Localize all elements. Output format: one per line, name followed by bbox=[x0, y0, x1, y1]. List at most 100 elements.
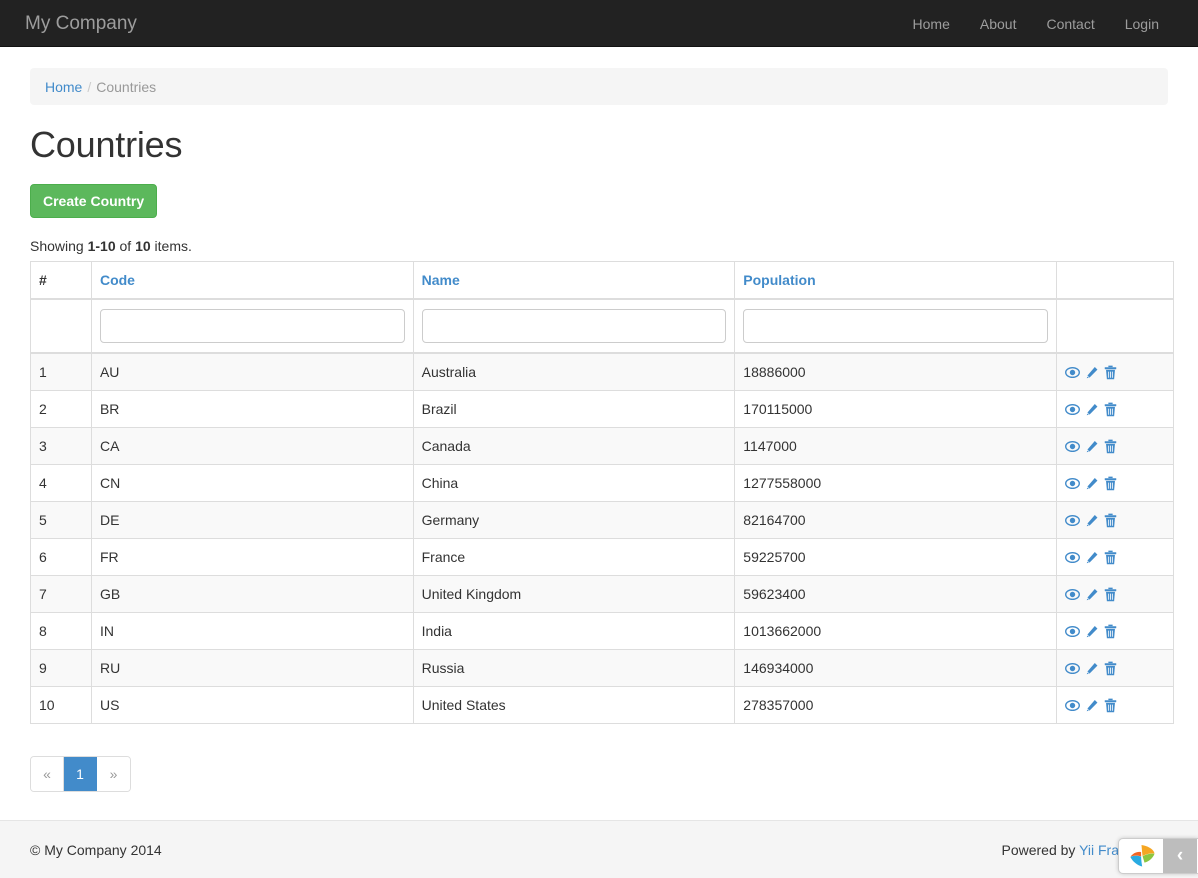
filter-input-code[interactable] bbox=[100, 309, 405, 343]
nav-link-home[interactable]: Home bbox=[898, 0, 965, 47]
nav-link-about[interactable]: About bbox=[965, 0, 1032, 47]
filter-input-name[interactable] bbox=[422, 309, 727, 343]
cell-name: United States bbox=[413, 686, 735, 723]
delete-icon[interactable] bbox=[1104, 439, 1117, 454]
main-container: Home / Countries Countries Create Countr… bbox=[0, 47, 1198, 792]
delete-icon[interactable] bbox=[1104, 550, 1117, 565]
cell-population: 1277558000 bbox=[735, 464, 1057, 501]
cell-number: 3 bbox=[31, 427, 92, 464]
navbar-brand[interactable]: My Company bbox=[25, 0, 137, 47]
table-row: 1AUAustralia18886000 bbox=[31, 353, 1174, 391]
cell-name: Brazil bbox=[413, 390, 735, 427]
update-icon[interactable] bbox=[1085, 551, 1099, 565]
breadcrumb: Home / Countries bbox=[30, 68, 1168, 105]
cell-name: Australia bbox=[413, 353, 735, 391]
cell-population: 146934000 bbox=[735, 649, 1057, 686]
footer-copyright: © My Company 2014 bbox=[30, 840, 162, 860]
update-icon[interactable] bbox=[1085, 366, 1099, 380]
column-header-actions bbox=[1057, 261, 1174, 299]
view-icon[interactable] bbox=[1065, 440, 1080, 453]
filter-input-population[interactable] bbox=[743, 309, 1048, 343]
cell-name: France bbox=[413, 538, 735, 575]
top-navbar: My Company Home About Contact Login bbox=[0, 0, 1198, 47]
page-title: Countries bbox=[30, 125, 1168, 165]
breadcrumb-separator: / bbox=[87, 77, 91, 97]
cell-code: US bbox=[91, 686, 413, 723]
cell-actions bbox=[1057, 427, 1174, 464]
cell-population: 170115000 bbox=[735, 390, 1057, 427]
delete-icon[interactable] bbox=[1104, 476, 1117, 491]
sort-link-code[interactable]: Code bbox=[100, 272, 135, 288]
cell-number: 6 bbox=[31, 538, 92, 575]
page-root: My Company Home About Contact Login Home… bbox=[0, 0, 1198, 878]
summary-prefix: Showing bbox=[30, 238, 88, 254]
update-icon[interactable] bbox=[1085, 699, 1099, 713]
update-icon[interactable] bbox=[1085, 403, 1099, 417]
table-row: 5DEGermany82164700 bbox=[31, 501, 1174, 538]
cell-number: 4 bbox=[31, 464, 92, 501]
cell-population: 59623400 bbox=[735, 575, 1057, 612]
table-row: 7GBUnited Kingdom59623400 bbox=[31, 575, 1174, 612]
column-header-population: Population bbox=[735, 261, 1057, 299]
delete-icon[interactable] bbox=[1104, 698, 1117, 713]
cell-population: 1147000 bbox=[735, 427, 1057, 464]
cell-population: 82164700 bbox=[735, 501, 1057, 538]
pagination: « 1 » bbox=[30, 756, 131, 792]
sort-link-name[interactable]: Name bbox=[422, 272, 460, 288]
view-icon[interactable] bbox=[1065, 403, 1080, 416]
update-icon[interactable] bbox=[1085, 440, 1099, 454]
delete-icon[interactable] bbox=[1104, 624, 1117, 639]
delete-icon[interactable] bbox=[1104, 365, 1117, 380]
update-icon[interactable] bbox=[1085, 662, 1099, 676]
view-icon[interactable] bbox=[1065, 588, 1080, 601]
pagination-page-1[interactable]: 1 bbox=[64, 757, 97, 791]
yii-debug-toolbar: ‹ bbox=[1118, 838, 1198, 874]
cell-code: FR bbox=[91, 538, 413, 575]
cell-code: RU bbox=[91, 649, 413, 686]
cell-actions bbox=[1057, 538, 1174, 575]
view-icon[interactable] bbox=[1065, 477, 1080, 490]
view-icon[interactable] bbox=[1065, 662, 1080, 675]
update-icon[interactable] bbox=[1085, 625, 1099, 639]
nav-link-contact[interactable]: Contact bbox=[1031, 0, 1109, 47]
cell-name: United Kingdom bbox=[413, 575, 735, 612]
column-header-number-label: # bbox=[39, 272, 47, 288]
cell-population: 59225700 bbox=[735, 538, 1057, 575]
view-icon[interactable] bbox=[1065, 699, 1080, 712]
filter-cell-actions bbox=[1057, 299, 1174, 353]
cell-number: 10 bbox=[31, 686, 92, 723]
view-icon[interactable] bbox=[1065, 625, 1080, 638]
yii-logo-icon[interactable] bbox=[1119, 839, 1163, 873]
update-icon[interactable] bbox=[1085, 477, 1099, 491]
debug-toolbar-toggle[interactable]: ‹ bbox=[1163, 839, 1197, 873]
summary-range: 1-10 bbox=[88, 238, 116, 254]
delete-icon[interactable] bbox=[1104, 513, 1117, 528]
grid-summary: Showing 1-10 of 10 items. bbox=[30, 236, 1168, 256]
table-row: 6FRFrance59225700 bbox=[31, 538, 1174, 575]
update-icon[interactable] bbox=[1085, 588, 1099, 602]
update-icon[interactable] bbox=[1085, 514, 1099, 528]
view-icon[interactable] bbox=[1065, 551, 1080, 564]
nav-link-login[interactable]: Login bbox=[1110, 0, 1174, 47]
cell-name: Russia bbox=[413, 649, 735, 686]
delete-icon[interactable] bbox=[1104, 402, 1117, 417]
cell-code: AU bbox=[91, 353, 413, 391]
delete-icon[interactable] bbox=[1104, 661, 1117, 676]
summary-total: 10 bbox=[135, 238, 151, 254]
delete-icon[interactable] bbox=[1104, 587, 1117, 602]
filter-cell-code bbox=[91, 299, 413, 353]
cell-name: Germany bbox=[413, 501, 735, 538]
table-row: 3CACanada1147000 bbox=[31, 427, 1174, 464]
pagination-next[interactable]: » bbox=[97, 757, 130, 791]
sort-link-population[interactable]: Population bbox=[743, 272, 815, 288]
cell-code: CA bbox=[91, 427, 413, 464]
countries-grid: # Code Name Population bbox=[30, 261, 1174, 724]
navbar-links: Home About Contact Login bbox=[898, 0, 1174, 47]
breadcrumb-home[interactable]: Home bbox=[45, 77, 82, 97]
pagination-prev[interactable]: « bbox=[31, 757, 64, 791]
view-icon[interactable] bbox=[1065, 514, 1080, 527]
view-icon[interactable] bbox=[1065, 366, 1080, 379]
create-country-button[interactable]: Create Country bbox=[30, 184, 157, 218]
cell-number: 5 bbox=[31, 501, 92, 538]
cell-code: BR bbox=[91, 390, 413, 427]
